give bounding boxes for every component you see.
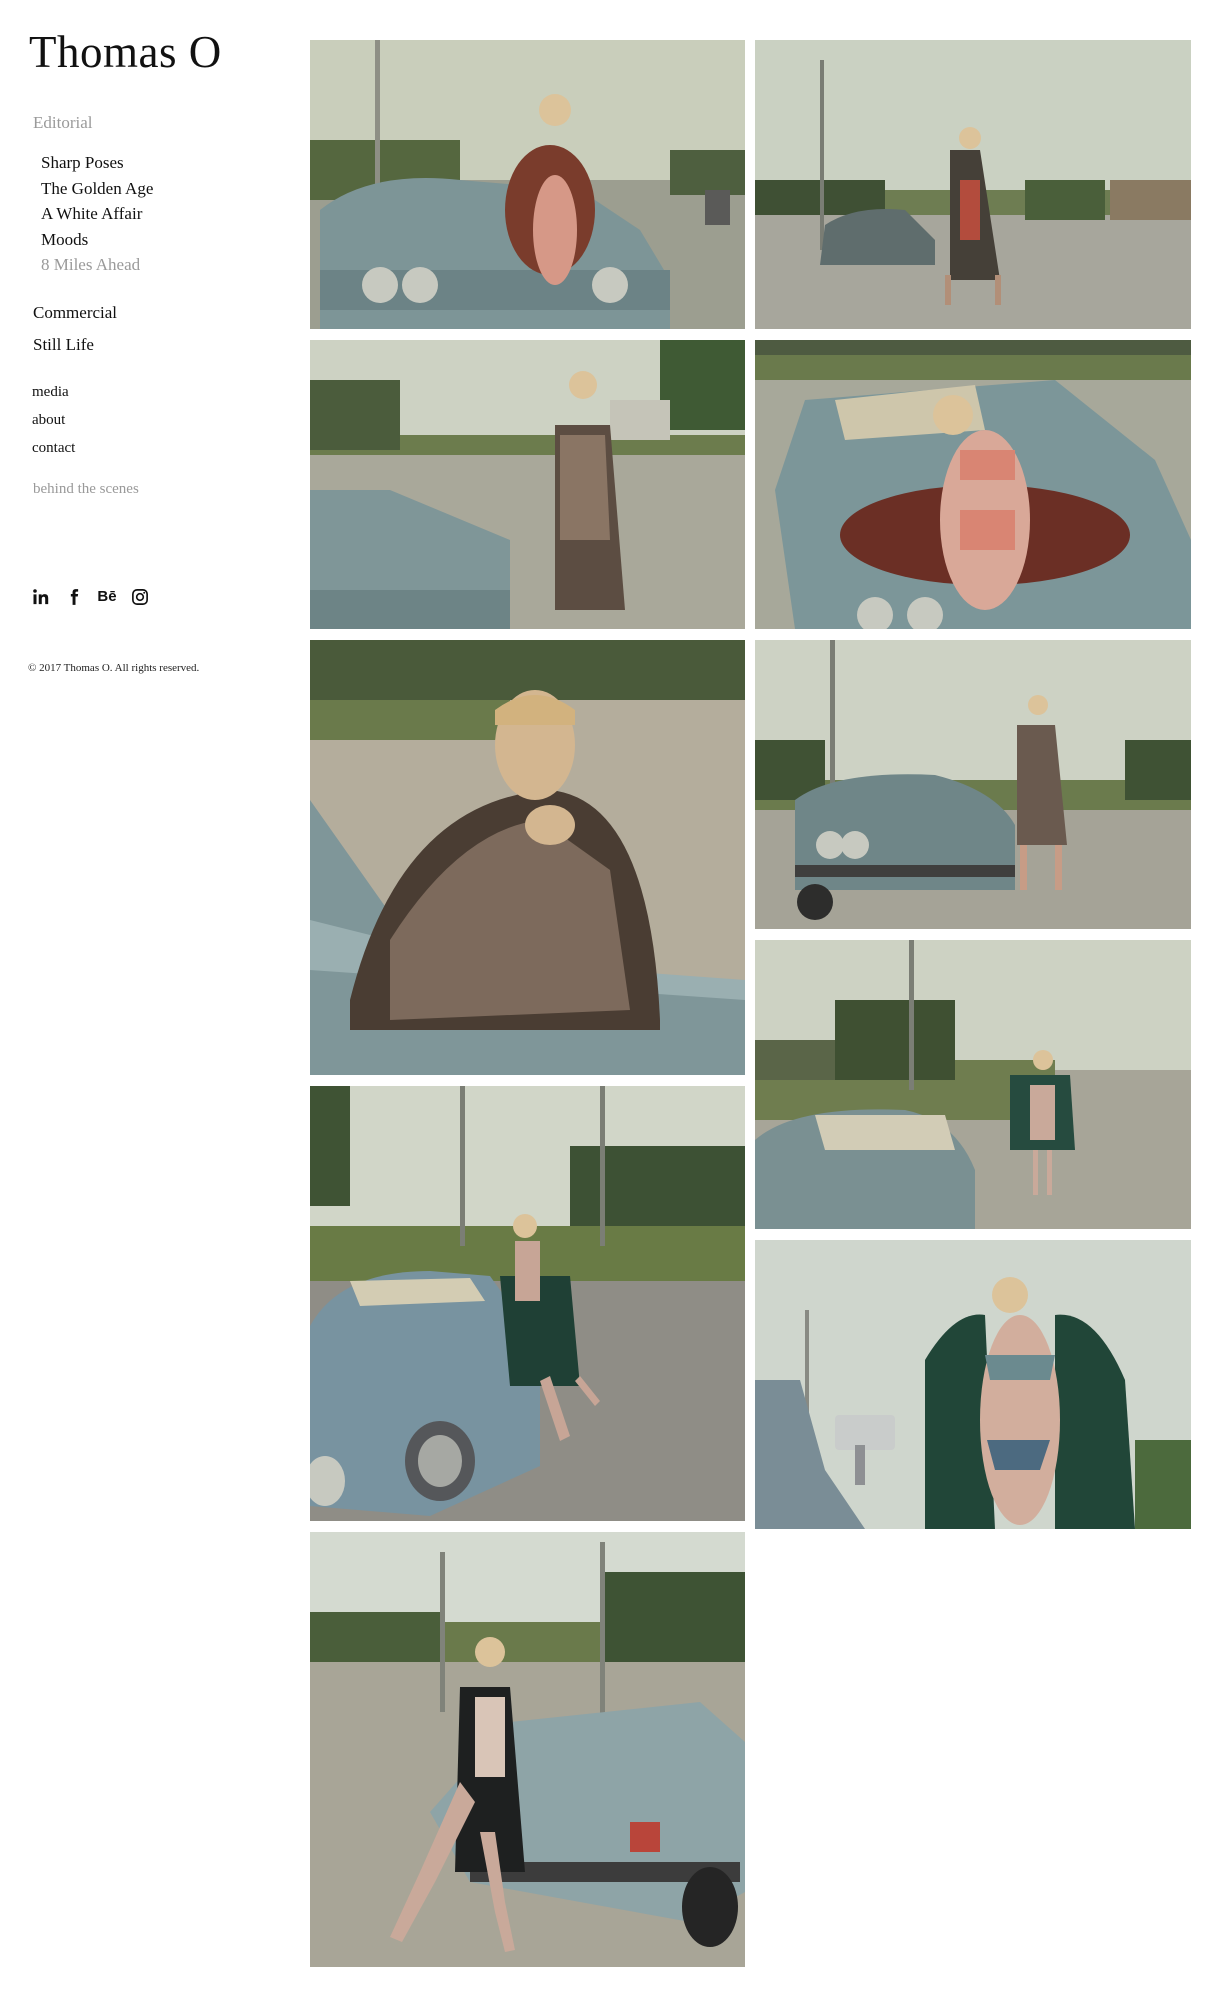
social-links: Bē <box>31 587 150 607</box>
copyright-text: © 2017 Thomas O. All rights reserved. <box>28 662 200 674</box>
site-title[interactable]: Thomas O <box>29 22 222 82</box>
instagram-icon[interactable] <box>130 587 150 607</box>
main-nav: Commercial Still Life <box>33 297 117 361</box>
photo-6[interactable] <box>755 640 1191 929</box>
photo-9[interactable] <box>755 1240 1191 1529</box>
photo-10[interactable] <box>310 1532 745 1967</box>
facebook-icon[interactable] <box>64 587 84 607</box>
photo-5[interactable] <box>310 640 745 1075</box>
editorial-subnav: Sharp Poses The Golden Age A White Affai… <box>41 150 153 278</box>
behance-glyph: Bē <box>97 588 117 605</box>
nav-group-editorial[interactable]: Editorial <box>33 113 92 133</box>
linkedin-icon[interactable] <box>31 587 51 607</box>
nav-item-commercial[interactable]: Commercial <box>33 297 117 329</box>
nav-item-a-white-affair[interactable]: A White Affair <box>41 201 153 227</box>
photo-4[interactable] <box>755 340 1191 629</box>
photo-3[interactable] <box>310 340 745 629</box>
nav-item-behind-the-scenes[interactable]: behind the scenes <box>33 481 139 498</box>
nav-item-8-miles-ahead[interactable]: 8 Miles Ahead <box>41 252 153 278</box>
nav-item-the-golden-age[interactable]: The Golden Age <box>41 176 153 202</box>
nav-item-contact[interactable]: contact <box>32 434 75 462</box>
secondary-nav: media about contact <box>32 378 75 462</box>
nav-item-still-life[interactable]: Still Life <box>33 329 117 361</box>
photo-1[interactable] <box>310 40 745 329</box>
nav-item-sharp-poses[interactable]: Sharp Poses <box>41 150 153 176</box>
nav-item-about[interactable]: about <box>32 406 75 434</box>
nav-item-media[interactable]: media <box>32 378 75 406</box>
nav-item-moods[interactable]: Moods <box>41 227 153 253</box>
behance-icon[interactable]: Bē <box>97 587 117 607</box>
photo-8[interactable] <box>310 1086 745 1521</box>
photo-2[interactable] <box>755 40 1191 329</box>
photo-7[interactable] <box>755 940 1191 1229</box>
